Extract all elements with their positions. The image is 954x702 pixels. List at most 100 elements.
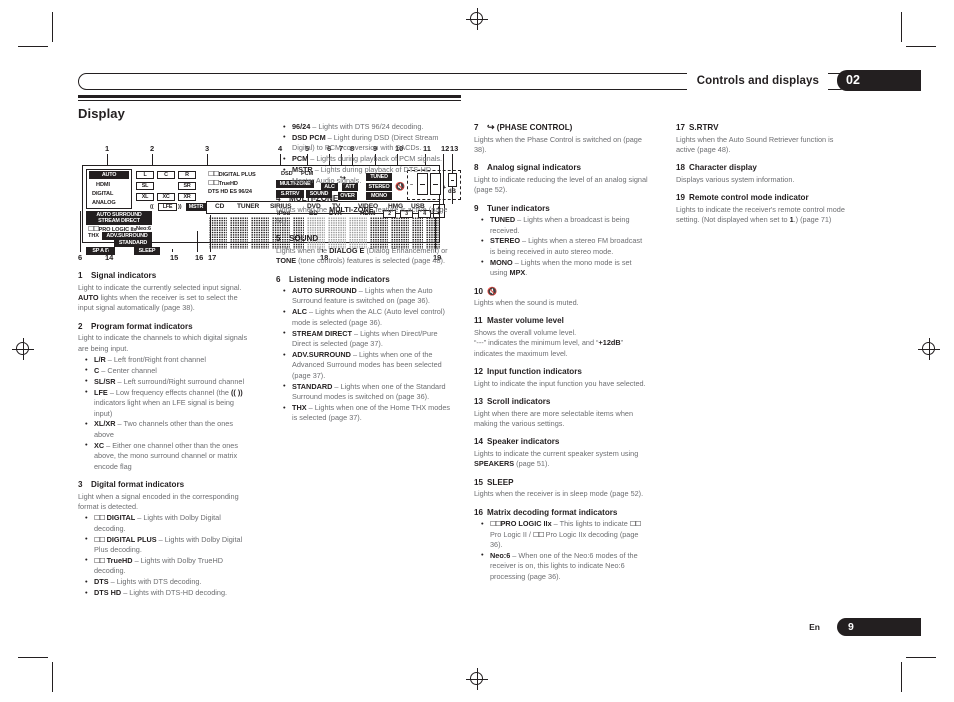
item-body-18: Displays various system information. bbox=[676, 174, 795, 184]
item-number: 19 bbox=[676, 193, 686, 203]
indicator-digital: DIGITAL bbox=[92, 191, 114, 197]
item-heading-19: 19 Remote control mode indicator bbox=[676, 192, 851, 203]
figure-callout-13: 13 bbox=[450, 144, 459, 153]
item-title: SOUND bbox=[289, 234, 319, 244]
item-number: 9 bbox=[474, 203, 479, 213]
character-display-cell bbox=[209, 217, 227, 249]
heading-rule-thick bbox=[78, 95, 461, 98]
input-label-tuner: TUNER bbox=[237, 203, 260, 210]
list-item: Neo:6 – When one of the Neo:6 modes of t… bbox=[481, 550, 649, 582]
indicator-dolby-digital-plus: ☐☐DIGITAL PLUS bbox=[208, 170, 256, 179]
item-number: 4 bbox=[276, 193, 281, 203]
item-body-19: Lights to indicate the receiver's remote… bbox=[676, 204, 845, 225]
indicator-thx: THX bbox=[88, 233, 99, 239]
list-item: THX – Lights when one of the Home THX mo… bbox=[283, 403, 451, 424]
item-heading-15: 15 SLEEP bbox=[474, 477, 649, 488]
item-title: Listening mode indicators bbox=[289, 274, 390, 284]
section-heading-block: Display bbox=[78, 95, 461, 121]
item-body-15: Lights when the receiver is in sleep mod… bbox=[474, 489, 644, 499]
character-display-cell bbox=[230, 217, 248, 249]
item-heading-8: 8 Analog signal indicators bbox=[474, 162, 649, 173]
list-item: ☐☐ DIGITAL PLUS – Lights with Dolby Digi… bbox=[85, 534, 253, 556]
chapter-number-badge: 02 bbox=[837, 70, 921, 91]
item-heading-5: 5 SOUND bbox=[276, 233, 451, 244]
registration-mark-top bbox=[466, 8, 488, 30]
item-title: Matrix decoding format indicators bbox=[487, 507, 618, 517]
list-item: AUTO SURROUND – Lights when the Auto Sur… bbox=[283, 286, 451, 307]
figure-callout-6-bottom: 6 bbox=[78, 253, 83, 262]
figure-callout-2: 2 bbox=[150, 144, 155, 153]
item-heading-11: 11 Master volume level bbox=[474, 315, 649, 326]
list-item: ADV.SURROUND – Lights when one of the Ad… bbox=[283, 349, 451, 381]
item-number: 3 bbox=[78, 480, 83, 489]
list-item: TUNED – Lights when a broadcast is being… bbox=[481, 215, 649, 236]
list-item: PCM – Lights during playback of PCM sign… bbox=[283, 154, 451, 165]
item-title: Program format indicators bbox=[91, 321, 193, 331]
item-bullets-9: TUNED – Lights when a broadcast is being… bbox=[474, 215, 649, 278]
item-bullets-3: ☐☐ DIGITAL – Lights with Dolby Digital d… bbox=[78, 513, 253, 599]
registration-mark-bottom bbox=[466, 668, 488, 690]
item-bullets-2: L/R – Left front/Right front channel C –… bbox=[78, 355, 253, 472]
item-title: ↪ (PHASE CONTROL) bbox=[487, 122, 573, 132]
item-title: Analog signal indicators bbox=[487, 163, 581, 173]
list-item: C – Center channel bbox=[85, 365, 253, 376]
dolby-logo-icon: ☐☐ bbox=[490, 520, 502, 529]
item-body-7: Lights when the Phase Control is switche… bbox=[474, 134, 642, 154]
item-body-11: Shows the overall volume level. “---” ind… bbox=[474, 327, 624, 358]
item-title: Tuner indicators bbox=[487, 203, 550, 213]
header-title: Controls and displays bbox=[686, 72, 828, 90]
item-title: Signal indicators bbox=[91, 271, 157, 280]
indicator-standard: STANDARD bbox=[114, 239, 152, 247]
item-heading-6: 6 Listening mode indicators bbox=[276, 274, 451, 285]
figure-callout-15: 15 bbox=[170, 253, 179, 262]
item-body-12: Light to indicate the input function you… bbox=[474, 378, 646, 388]
list-item: STEREO – Lights when a stereo FM broadca… bbox=[481, 236, 649, 257]
item-body-4: Lights when the MULTI-ZONE feature is ac… bbox=[276, 205, 448, 225]
list-item: SL/SR – Left surround/Right surround cha… bbox=[85, 376, 253, 387]
item-title: S.RTRV bbox=[689, 123, 719, 132]
item-body-3: Light when a signal encoded in the corre… bbox=[78, 491, 239, 511]
item-bullets-16: ☐☐PRO LOGIC IIx – This lights to indicat… bbox=[474, 519, 649, 582]
crop-mark-bottom-right bbox=[890, 646, 936, 692]
item-number: 13 bbox=[474, 397, 484, 407]
item-number: 15 bbox=[474, 477, 484, 487]
item-title: SLEEP bbox=[487, 477, 514, 487]
item-heading-17: 17 S.RTRV bbox=[676, 122, 851, 133]
indicator-channel-xl: XL bbox=[136, 193, 154, 201]
indicator-dts-line: DTS HD ES 96/24 bbox=[208, 189, 252, 195]
item-bullets-3-cont: 96/24 – Lights with DTS 96/24 decoding. … bbox=[276, 121, 451, 186]
lfe-paren-right-icon: )) bbox=[178, 204, 182, 210]
indicator-channel-xr: XR bbox=[178, 193, 196, 201]
item-heading-4: 4 MULTI-ZONE bbox=[276, 193, 451, 204]
item-title: Speaker indicators bbox=[487, 437, 560, 447]
item-title: MULTI-ZONE bbox=[289, 193, 339, 203]
footer-page-number: 9 bbox=[837, 618, 921, 636]
item-number: 18 bbox=[676, 163, 686, 173]
item-body-10: Lights when the sound is muted. bbox=[474, 298, 579, 308]
item-title: Character display bbox=[689, 163, 757, 173]
indicator-hdmi: HDMI bbox=[96, 182, 110, 188]
item-number: 14 bbox=[474, 437, 484, 447]
footer-language-code: En bbox=[809, 622, 820, 632]
indicator-mstr: MSTR bbox=[186, 203, 206, 211]
indicator-stream-direct: STREAM DIRECT bbox=[86, 217, 152, 225]
indicator-channel-xc: XC bbox=[157, 193, 175, 201]
indicator-channel-sr: SR bbox=[178, 182, 196, 190]
item-title: Scroll indicators bbox=[487, 397, 551, 407]
item-number: 8 bbox=[474, 163, 479, 173]
figure-leader-line bbox=[80, 211, 81, 252]
figure-leader-line bbox=[172, 249, 173, 252]
heading-rule-thin bbox=[78, 100, 461, 101]
dolby-logo-icon: ☐☐ bbox=[208, 179, 220, 187]
item-body-13: Light when there are more selectable ite… bbox=[474, 408, 633, 428]
figure-callout-1: 1 bbox=[105, 144, 110, 153]
item-body-8: Light to indicate reducing the level of … bbox=[474, 174, 648, 195]
lfe-paren-left-icon: (( bbox=[150, 204, 154, 210]
dolby-logo-icon: ☐☐ bbox=[94, 535, 106, 544]
item-heading-14: 14 Speaker indicators bbox=[474, 436, 649, 447]
text-column-1: 1 Signal indicators Light to indicate th… bbox=[78, 270, 253, 599]
dolby-logo-icon: ☐☐ bbox=[88, 225, 100, 233]
page-footer: En 9 bbox=[78, 618, 921, 638]
crop-mark-top-left bbox=[18, 12, 64, 58]
list-item: STANDARD – Lights when one of the Standa… bbox=[283, 381, 451, 403]
